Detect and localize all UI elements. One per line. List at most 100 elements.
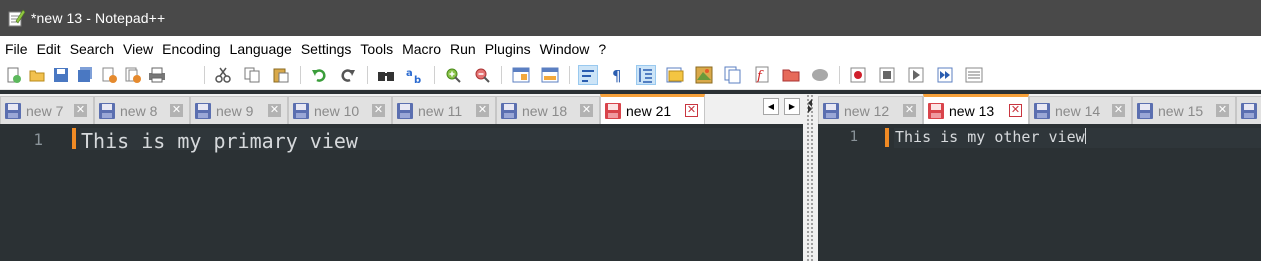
close-tab-icon[interactable]: ✕ xyxy=(685,104,698,117)
play-macro-icon[interactable] xyxy=(906,65,926,85)
saved-file-icon xyxy=(1034,102,1050,119)
open-file-icon[interactable] xyxy=(27,65,47,85)
svg-text:¶: ¶ xyxy=(612,67,622,83)
menu-bar: File Edit Search View Encoding Language … xyxy=(0,36,1261,61)
close-tab-icon[interactable]: ✕ xyxy=(476,104,489,117)
tab-label: new 18 xyxy=(522,102,568,119)
close-tab-icon[interactable]: ✕ xyxy=(1216,104,1229,117)
close-tab-icon[interactable]: ✕ xyxy=(580,104,593,117)
print-icon[interactable] xyxy=(147,65,167,85)
menu-run[interactable]: Run xyxy=(450,41,476,57)
tab-label: new 14 xyxy=(1055,102,1101,119)
run-macro-multiple-icon[interactable] xyxy=(935,65,955,85)
title-bar: *new 13 - Notepad++ xyxy=(0,0,1261,36)
close-all-icon[interactable] xyxy=(123,65,143,85)
redo-icon[interactable] xyxy=(338,65,358,85)
tab-new-21[interactable]: new 21 ✕ xyxy=(600,94,705,124)
user-language-icon[interactable] xyxy=(665,65,685,85)
function-list-icon[interactable]: f xyxy=(752,65,772,85)
editor-text[interactable]: This is my primary view xyxy=(81,129,358,153)
tab-label: new 9 xyxy=(216,102,254,119)
close-tab-icon[interactable]: ✕ xyxy=(372,104,385,117)
saved-file-icon xyxy=(5,102,21,119)
tab-partial[interactable] xyxy=(1236,96,1261,124)
swap-arrows-icon[interactable] xyxy=(807,98,813,114)
sync-horizontal-icon[interactable] xyxy=(540,65,560,85)
tab-new-8[interactable]: new 8 ✕ xyxy=(94,96,190,124)
document-map-icon[interactable] xyxy=(694,65,714,85)
save-macro-icon[interactable] xyxy=(964,65,984,85)
tab-label: new 12 xyxy=(844,102,890,119)
sync-vertical-icon[interactable] xyxy=(511,65,531,85)
close-tab-icon[interactable]: ✕ xyxy=(170,104,183,117)
menu-tools[interactable]: Tools xyxy=(360,41,393,57)
folder-as-workspace-icon[interactable] xyxy=(781,65,801,85)
secondary-editor[interactable]: 1 This is my other view xyxy=(818,124,1261,261)
menu-search[interactable]: Search xyxy=(70,41,114,57)
copy-icon[interactable] xyxy=(242,65,262,85)
tab-new-7[interactable]: new 7 ✕ xyxy=(0,96,94,124)
close-tab-icon[interactable]: ✕ xyxy=(1009,104,1022,117)
menu-encoding[interactable]: Encoding xyxy=(162,41,220,57)
view-splitter[interactable] xyxy=(803,94,818,261)
replace-icon[interactable]: ab xyxy=(405,65,425,85)
zoom-out-icon[interactable] xyxy=(472,65,492,85)
line-number-gutter: 1 xyxy=(818,124,894,261)
document-list-icon[interactable] xyxy=(723,65,743,85)
saved-file-icon xyxy=(501,102,517,119)
toolbar: ab ¶ f xyxy=(0,61,1261,90)
primary-editor[interactable]: 1 This is my primary view xyxy=(0,124,803,261)
menu-settings[interactable]: Settings xyxy=(301,41,352,57)
tab-new-18[interactable]: new 18 ✕ xyxy=(496,96,600,124)
tab-scroll-left-button[interactable]: ◀ xyxy=(763,98,779,115)
undo-icon[interactable] xyxy=(309,65,329,85)
tab-new-15[interactable]: new 15 ✕ xyxy=(1132,96,1236,124)
tab-label: new 10 xyxy=(314,102,360,119)
close-tab-icon[interactable]: ✕ xyxy=(1112,104,1125,117)
saved-file-icon xyxy=(293,102,309,119)
editor-text-line[interactable]: This is my other view xyxy=(895,128,1086,146)
monitoring-icon[interactable] xyxy=(810,65,830,85)
paste-icon[interactable] xyxy=(271,65,291,85)
tab-label: new 7 xyxy=(26,102,64,119)
right-tab-bar: new 12 ✕ new 13 ✕ new 14 ✕ new 15 ✕ xyxy=(818,94,1261,124)
menu-plugins[interactable]: Plugins xyxy=(485,41,531,57)
show-all-chars-icon[interactable]: ¶ xyxy=(607,65,627,85)
menu-macro[interactable]: Macro xyxy=(402,41,441,57)
close-icon[interactable] xyxy=(99,65,119,85)
menu-view[interactable]: View xyxy=(123,41,153,57)
close-tab-icon[interactable]: ✕ xyxy=(903,104,916,117)
line-number-gutter: 1 xyxy=(0,124,80,261)
menu-window[interactable]: Window xyxy=(540,41,590,57)
close-tab-icon[interactable]: ✕ xyxy=(268,104,281,117)
menu-file[interactable]: File xyxy=(5,41,28,57)
tab-new-10[interactable]: new 10 ✕ xyxy=(288,96,392,124)
tab-label: new 13 xyxy=(949,102,995,119)
menu-edit[interactable]: Edit xyxy=(37,41,61,57)
stop-macro-icon[interactable] xyxy=(877,65,897,85)
saved-file-icon xyxy=(195,102,211,119)
left-tab-bar: new 7 ✕ new 8 ✕ new 9 ✕ new 10 ✕ new 11 … xyxy=(0,94,807,124)
editor-text: This is my other view xyxy=(895,128,1085,146)
saved-file-icon xyxy=(1137,102,1153,119)
tab-new-13[interactable]: new 13 ✕ xyxy=(923,94,1029,124)
tab-new-9[interactable]: new 9 ✕ xyxy=(190,96,288,124)
tab-new-11[interactable]: new 11 ✕ xyxy=(392,96,496,124)
record-macro-icon[interactable] xyxy=(848,65,868,85)
save-icon[interactable] xyxy=(51,65,71,85)
word-wrap-icon[interactable] xyxy=(578,65,598,85)
tab-label: new 8 xyxy=(120,102,158,119)
menu-language[interactable]: Language xyxy=(230,41,292,57)
menu-help[interactable]: ? xyxy=(598,41,606,57)
new-file-icon[interactable] xyxy=(3,65,23,85)
zoom-in-icon[interactable] xyxy=(443,65,463,85)
indent-guide-icon[interactable] xyxy=(636,65,656,85)
tab-new-14[interactable]: new 14 ✕ xyxy=(1029,96,1132,124)
save-all-icon[interactable] xyxy=(75,65,95,85)
tab-scroll-right-button[interactable]: ▶ xyxy=(784,98,800,115)
find-icon[interactable] xyxy=(376,65,396,85)
tab-new-12[interactable]: new 12 ✕ xyxy=(818,96,923,124)
cut-icon[interactable] xyxy=(213,65,233,85)
close-tab-icon[interactable]: ✕ xyxy=(74,104,87,117)
text-caret xyxy=(1084,128,1086,144)
